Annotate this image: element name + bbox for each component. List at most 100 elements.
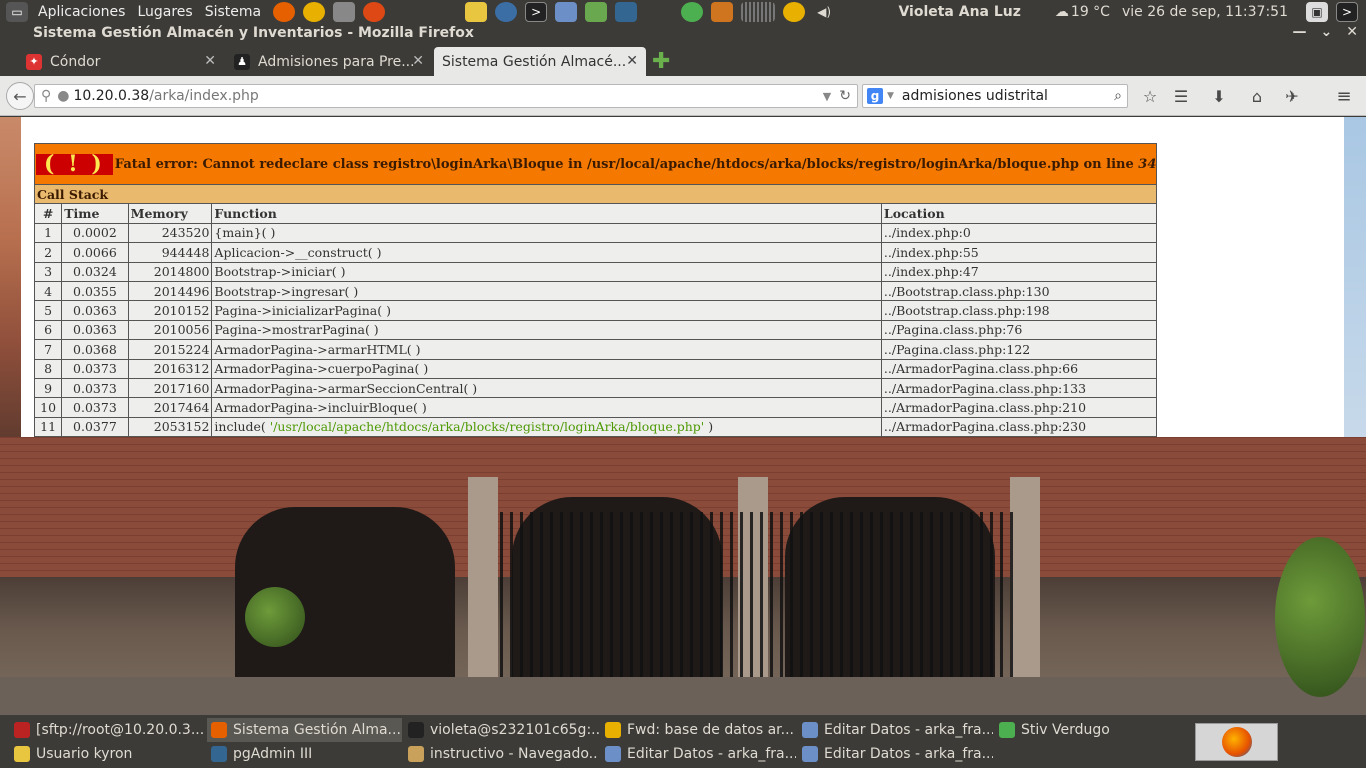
stack-function: Bootstrap->iniciar( ) xyxy=(211,261,882,282)
stack-time: 0.0373 xyxy=(61,397,129,418)
minimize-icon[interactable]: — xyxy=(1293,24,1307,40)
box-launcher-icon[interactable] xyxy=(555,2,578,22)
taskbar-item[interactable]: Usuario kyron xyxy=(10,742,205,766)
taskbar-item[interactable]: [sftp://root@10.20.0.3... xyxy=(10,718,205,742)
network-launcher-icon[interactable] xyxy=(495,2,518,22)
reload-icon[interactable]: ↻ xyxy=(839,88,851,104)
chrome-launcher-icon[interactable] xyxy=(303,2,326,22)
stack-location: ../ArmadorPagina.class.php:133 xyxy=(880,377,1158,399)
search-icon[interactable]: ⌕ xyxy=(1114,88,1122,104)
call-stack-row: 7 0.0368 2015224 ArmadorPagina->armarHTML( … xyxy=(33,339,1158,360)
stack-function: ArmadorPagina->armarSeccionCentral( ) xyxy=(211,377,882,399)
stack-time: 0.0324 xyxy=(61,261,129,282)
pidgin-tray-icon[interactable] xyxy=(681,2,704,22)
stack-number: 8 xyxy=(33,358,63,379)
downloads-icon[interactable]: ⬇ xyxy=(1209,86,1229,106)
taskbar-item[interactable]: Fwd: base de datos ar... xyxy=(601,718,796,742)
chrome-tray-icon[interactable] xyxy=(783,2,806,22)
stack-function: Pagina->mostrarPagina( ) xyxy=(211,319,882,341)
taskbar-item[interactable]: Editar Datos - arka_fra... xyxy=(798,718,993,742)
menu-icon[interactable]: ≡ xyxy=(1334,86,1354,107)
window-titlebar: Sistema Gestión Almacén y Inventarios - … xyxy=(0,24,1366,46)
tab-label: Admisiones para Pre... xyxy=(258,53,415,70)
tab-condor[interactable]: ✦ Cóndor ✕ xyxy=(18,47,224,76)
ubuntu-launcher-icon[interactable] xyxy=(363,2,386,22)
volume-icon[interactable]: ◀) xyxy=(813,2,835,22)
filezilla-icon xyxy=(14,722,30,738)
function-suffix: ) xyxy=(704,419,714,435)
new-tab-plus-icon[interactable]: ✚ xyxy=(652,49,670,74)
terminal-launcher-icon[interactable]: > xyxy=(525,2,548,22)
stack-function: ArmadorPagina->armarHTML( ) xyxy=(211,339,882,360)
pgadmin-launcher-icon[interactable] xyxy=(615,2,638,22)
menu-aplicaciones[interactable]: Aplicaciones xyxy=(32,4,131,20)
window-title: Sistema Gestión Almacén y Inventarios - … xyxy=(33,25,474,41)
menu-lugares[interactable]: Lugares xyxy=(131,4,198,20)
tab-admisiones[interactable]: ♟ Admisiones para Pre... ✕ xyxy=(226,47,432,76)
taskbar-item[interactable]: violeta@s232101c65g:... xyxy=(404,718,599,742)
shutdown-terminal-icon[interactable]: > xyxy=(1336,2,1358,22)
taskbar-item[interactable]: Sistema Gestión Alma... xyxy=(207,718,402,742)
document-icon xyxy=(802,746,818,762)
identity-icon[interactable]: ⚲ xyxy=(41,88,51,104)
taskbar-item-label: [sftp://root@10.20.0.3... xyxy=(36,722,205,738)
stack-time: 0.0355 xyxy=(61,280,129,302)
terminal-icon xyxy=(408,722,424,738)
back-button[interactable]: ← xyxy=(6,82,34,110)
clock[interactable]: vie 26 de sep, 11:37:51 xyxy=(1122,4,1288,20)
stack-function: {main}( ) xyxy=(211,222,882,244)
tab-close-icon[interactable]: ✕ xyxy=(626,53,638,69)
weather-temp[interactable]: 19 °C xyxy=(1071,4,1110,20)
network-graph-icon xyxy=(741,2,776,22)
tab-sistema-gestion[interactable]: Sistema Gestión Almacé... ✕ xyxy=(434,47,646,76)
firefox-launcher-icon[interactable] xyxy=(273,2,296,22)
taskbar-item[interactable]: instructivo - Navegado... xyxy=(404,742,599,766)
call-stack-row: 6 0.0363 2010056 Pagina->mostrarPagina( )..… xyxy=(33,319,1158,341)
stack-number: 2 xyxy=(33,242,63,263)
stack-number: 5 xyxy=(33,300,63,321)
url-bar[interactable]: ⚲ ● 10.20.0.38/arka/index.php ▼ ↻ xyxy=(34,84,858,108)
folder-icon xyxy=(408,746,424,762)
call-stack-header-row: # Time Memory Function Location xyxy=(33,203,1158,224)
notes-launcher-icon[interactable] xyxy=(465,2,488,22)
search-input[interactable]: admisiones udistrital xyxy=(902,88,1048,104)
settings-tray-icon[interactable] xyxy=(711,2,734,22)
reading-list-icon[interactable]: ☰ xyxy=(1171,86,1191,106)
lock-screen-icon[interactable]: ▣ xyxy=(1306,2,1328,22)
close-icon[interactable]: ✕ xyxy=(1346,24,1358,40)
taskbar-item[interactable]: pgAdmin III xyxy=(207,742,402,766)
menu-sistema[interactable]: Sistema xyxy=(199,4,267,20)
computer-icon[interactable]: ▭ xyxy=(6,2,28,22)
call-stack-row: 10 0.0373 2017464 ArmadorPagina->incluirBlo… xyxy=(33,397,1158,418)
engine-dropdown-icon[interactable]: ▼ xyxy=(887,91,894,101)
call-stack-row: 1 0.0002 243520 {main}( ) ../index.php:0 xyxy=(33,222,1158,244)
panel-menus: Aplicaciones Lugares Sistema xyxy=(32,0,267,24)
screenshot-launcher-icon[interactable] xyxy=(333,2,356,22)
taskbar-item[interactable]: Stiv Verdugo xyxy=(995,718,1175,742)
stack-location: ../ArmadorPagina.class.php:230 xyxy=(880,416,1158,438)
editor-launcher-icon[interactable] xyxy=(585,2,608,22)
globe-icon: ● xyxy=(57,88,70,104)
fatal-error-line: 34 xyxy=(1138,156,1157,172)
maximize-icon[interactable]: ⌄ xyxy=(1321,24,1333,40)
firefox-workspace-icon xyxy=(1221,727,1252,757)
addon-icon[interactable]: ✈ xyxy=(1282,86,1302,106)
tab-close-icon[interactable]: ✕ xyxy=(412,53,424,69)
home-icon[interactable]: ⌂ xyxy=(1247,86,1267,106)
search-bar[interactable]: g ▼ admisiones udistrital ⌕ xyxy=(862,84,1128,108)
stack-memory: 944448 xyxy=(127,242,213,263)
bookmark-star-icon[interactable]: ☆ xyxy=(1140,86,1160,106)
workspace-switcher[interactable] xyxy=(1195,723,1278,761)
page-content: ( ! ) Fatal error: Cannot redeclare class… xyxy=(21,117,1344,438)
header-location: Location xyxy=(880,203,1158,224)
stack-memory: 2014496 xyxy=(127,280,213,302)
stack-memory: 243520 xyxy=(127,222,213,244)
tab-close-icon[interactable]: ✕ xyxy=(204,53,216,69)
url-dropdown-icon[interactable]: ▼ xyxy=(823,90,831,103)
stack-time: 0.0373 xyxy=(61,377,129,399)
taskbar-item[interactable]: Editar Datos - arka_fra... xyxy=(601,742,796,766)
taskbar-item[interactable]: Editar Datos - arka_fra... xyxy=(798,742,993,766)
google-engine-icon[interactable]: g xyxy=(867,88,883,104)
taskbar-item-label: Usuario kyron xyxy=(36,746,133,762)
user-name[interactable]: Violeta Ana Luz xyxy=(898,4,1020,20)
